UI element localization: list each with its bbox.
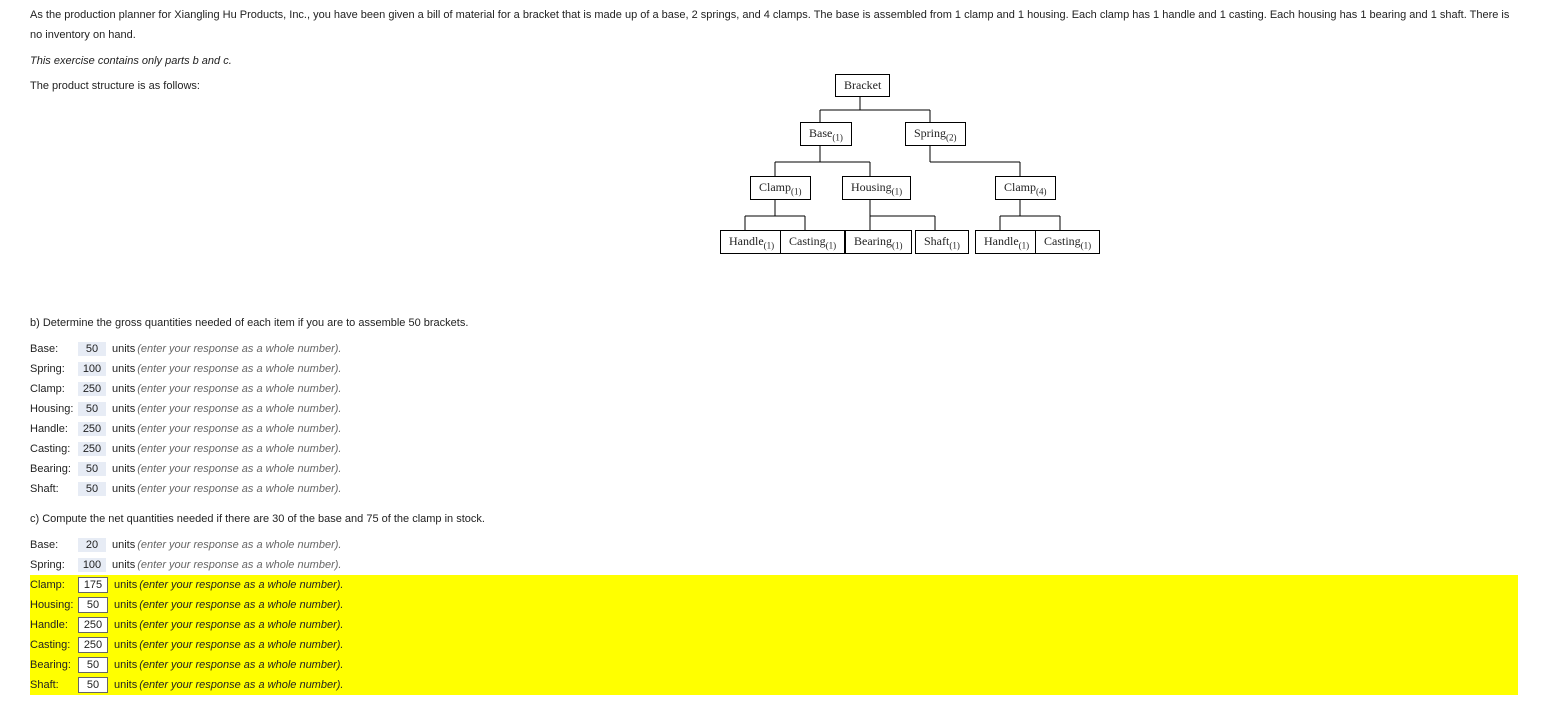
units-label: units (112, 363, 135, 375)
answer-row: Base:50 units (enter your response as a w… (30, 339, 1518, 359)
tree-node-clamp1: Clamp(1) (750, 176, 811, 200)
hint-text: (enter your response as a whole number). (137, 559, 341, 571)
hint-text: (enter your response as a whole number). (137, 403, 341, 415)
question-b: b) Determine the gross quantities needed… (30, 317, 1518, 329)
hint-text: (enter your response as a whole number). (137, 463, 341, 475)
units-label: units (112, 483, 135, 495)
units-label: units (114, 599, 137, 611)
units-label: units (112, 559, 135, 571)
answer-input[interactable]: 100 (78, 558, 106, 572)
row-label: Casting: (30, 639, 78, 651)
answer-row: Base:20 units (enter your response as a w… (30, 535, 1518, 555)
row-label: Casting: (30, 443, 78, 455)
answer-row: Spring:100 units (enter your response as … (30, 359, 1518, 379)
hint-text: (enter your response as a whole number). (137, 343, 341, 355)
hint-text: (enter your response as a whole number). (139, 579, 343, 591)
answer-input[interactable]: 50 (78, 402, 106, 416)
answer-input[interactable]: 50 (78, 342, 106, 356)
units-label: units (112, 463, 135, 475)
row-label: Bearing: (30, 463, 78, 475)
units-label: units (112, 423, 135, 435)
intro-paragraph-2: This exercise contains only parts b and … (30, 52, 1518, 72)
tree-node-handle1: Handle(1) (720, 230, 783, 254)
row-label: Spring: (30, 559, 78, 571)
answer-input[interactable]: 250 (78, 382, 106, 396)
hint-text: (enter your response as a whole number). (137, 483, 341, 495)
answer-row: Handle:250 units (enter your response as … (30, 615, 1518, 635)
answer-row: Casting:250 units (enter your response as… (30, 439, 1518, 459)
tree-node-handle2: Handle(1) (975, 230, 1038, 254)
answer-row: Casting:250 units (enter your response as… (30, 635, 1518, 655)
row-label: Clamp: (30, 383, 78, 395)
answer-row: Shaft:50 units (enter your response as a … (30, 479, 1518, 499)
row-label: Base: (30, 343, 78, 355)
units-label: units (114, 679, 137, 691)
answer-input[interactable]: 250 (78, 422, 106, 436)
hint-text: (enter your response as a whole number). (137, 363, 341, 375)
units-label: units (112, 343, 135, 355)
units-label: units (112, 403, 135, 415)
units-label: units (112, 383, 135, 395)
answer-row: Housing:50 units (enter your response as … (30, 399, 1518, 419)
row-label: Spring: (30, 363, 78, 375)
row-label: Base: (30, 539, 78, 551)
hint-text: (enter your response as a whole number). (137, 539, 341, 551)
row-label: Housing: (30, 599, 78, 611)
answer-row: Bearing:50 units (enter your response as … (30, 459, 1518, 479)
hint-text: (enter your response as a whole number). (137, 443, 341, 455)
intro-paragraph-1: As the production planner for Xiangling … (30, 6, 1518, 46)
answer-input[interactable]: 20 (78, 538, 106, 552)
answer-input[interactable]: 50 (78, 462, 106, 476)
tree-node-shaft: Shaft(1) (915, 230, 969, 254)
units-label: units (114, 659, 137, 671)
row-label: Shaft: (30, 483, 78, 495)
row-label: Housing: (30, 403, 78, 415)
tree-node-bracket: Bracket (835, 74, 890, 97)
row-label: Bearing: (30, 659, 78, 671)
tree-node-base: Base(1) (800, 122, 852, 146)
answer-row: Housing:50 units (enter your response as … (30, 595, 1518, 615)
answer-row: Spring:100 units (enter your response as … (30, 555, 1518, 575)
hint-text: (enter your response as a whole number). (139, 599, 343, 611)
hint-text: (enter your response as a whole number). (137, 423, 341, 435)
answer-input[interactable]: 250 (78, 617, 108, 633)
answer-input[interactable]: 50 (78, 482, 106, 496)
units-label: units (112, 539, 135, 551)
question-c: c) Compute the net quantities needed if … (30, 513, 1518, 525)
hint-text: (enter your response as a whole number). (139, 619, 343, 631)
hint-text: (enter your response as a whole number). (139, 659, 343, 671)
tree-node-housing: Housing(1) (842, 176, 911, 200)
row-label: Clamp: (30, 579, 78, 591)
units-label: units (112, 443, 135, 455)
row-label: Handle: (30, 423, 78, 435)
answer-input[interactable]: 100 (78, 362, 106, 376)
answer-input[interactable]: 50 (78, 677, 108, 693)
answer-row: Clamp:250 units (enter your response as a… (30, 379, 1518, 399)
tree-node-casting1: Casting(1) (780, 230, 845, 254)
answer-input[interactable]: 50 (78, 597, 108, 613)
answer-input[interactable]: 50 (78, 657, 108, 673)
tree-node-bearing: Bearing(1) (845, 230, 912, 254)
answer-row: Clamp:175 units (enter your response as a… (30, 575, 1518, 595)
tree-node-clamp4: Clamp(4) (995, 176, 1056, 200)
row-label: Shaft: (30, 679, 78, 691)
row-label: Handle: (30, 619, 78, 631)
units-label: units (114, 619, 137, 631)
tree-node-spring: Spring(2) (905, 122, 966, 146)
hint-text: (enter your response as a whole number). (139, 639, 343, 651)
answer-row: Bearing:50 units (enter your response as … (30, 655, 1518, 675)
answer-input[interactable]: 250 (78, 442, 106, 456)
hint-text: (enter your response as a whole number). (139, 679, 343, 691)
answer-row: Handle:250 units (enter your response as … (30, 419, 1518, 439)
answer-input[interactable]: 175 (78, 577, 108, 593)
answer-input[interactable]: 250 (78, 637, 108, 653)
hint-text: (enter your response as a whole number). (137, 383, 341, 395)
units-label: units (114, 579, 137, 591)
tree-node-casting2: Casting(1) (1035, 230, 1100, 254)
answer-row: Shaft:50 units (enter your response as a … (30, 675, 1518, 695)
units-label: units (114, 639, 137, 651)
